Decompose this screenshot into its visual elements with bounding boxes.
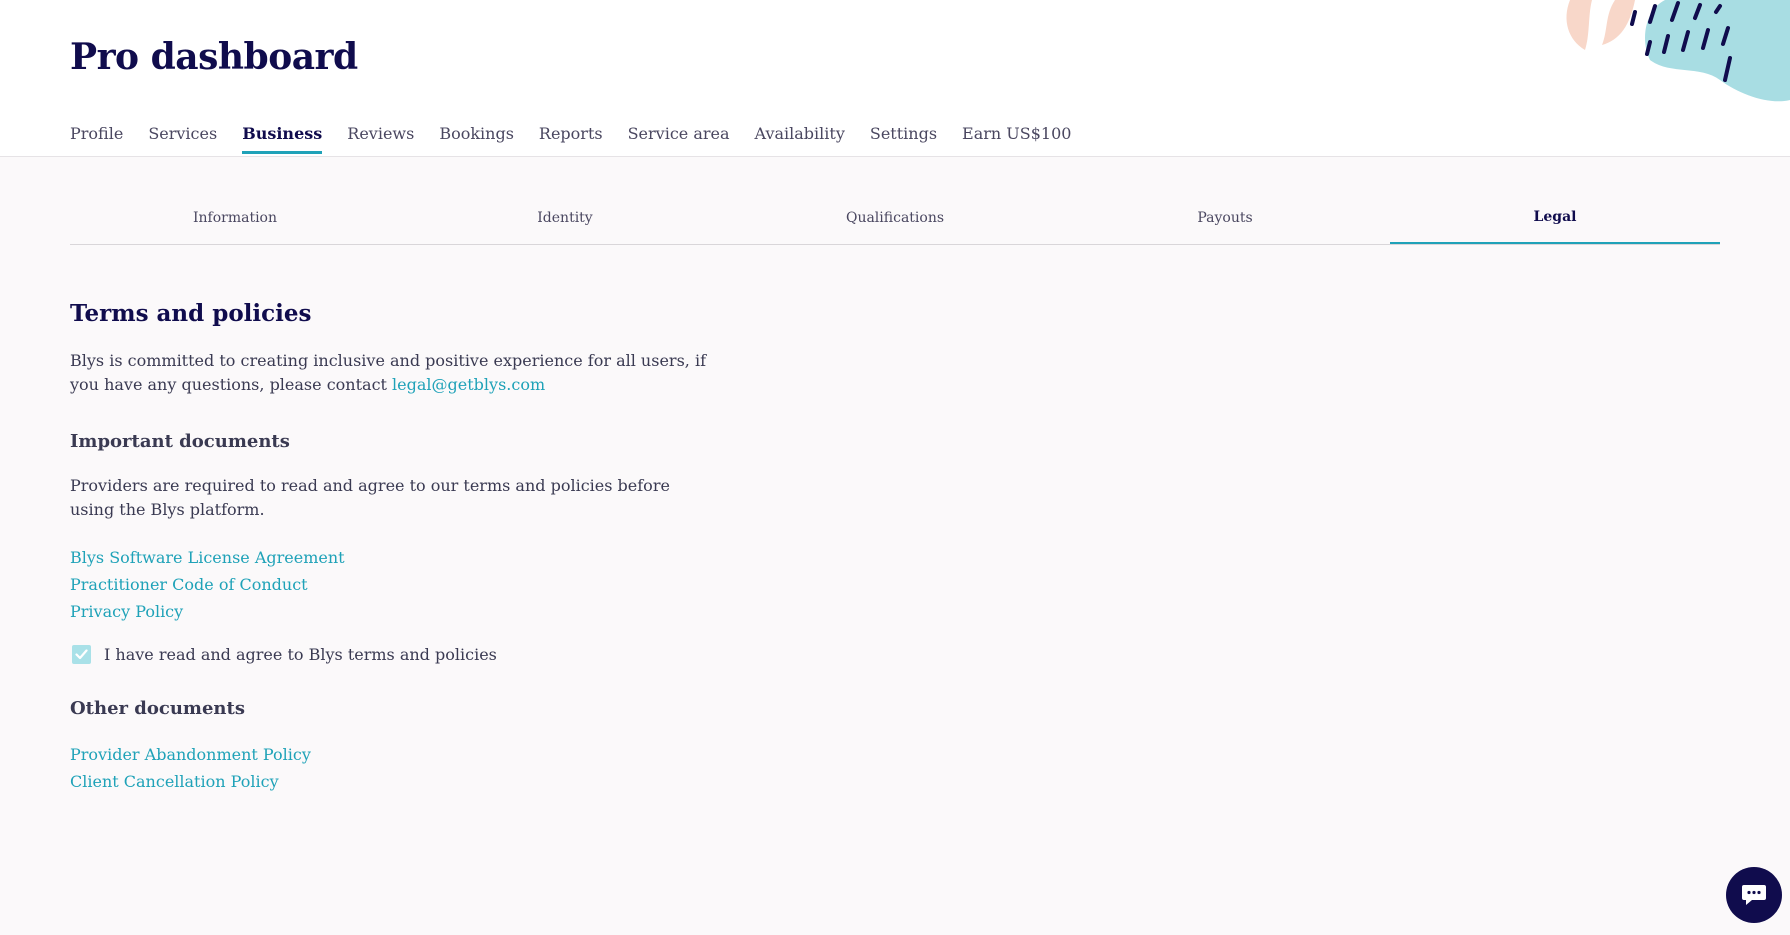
- tab-settings[interactable]: Settings: [870, 124, 937, 154]
- intro-text: Blys is committed to creating inclusive …: [70, 349, 710, 397]
- tab-availability[interactable]: Availability: [755, 124, 845, 154]
- tab-bookings[interactable]: Bookings: [439, 124, 514, 154]
- agree-checkbox[interactable]: [72, 645, 91, 664]
- tab-reports[interactable]: Reports: [539, 124, 603, 154]
- section-title: Terms and policies: [70, 300, 312, 327]
- intro-text-body: Blys is committed to creating inclusive …: [70, 351, 706, 394]
- sub-tab-legal[interactable]: Legal: [1390, 194, 1720, 244]
- sub-tab-payouts[interactable]: Payouts: [1060, 194, 1390, 244]
- legal-content: Terms and policies Blys is committed to …: [70, 300, 710, 795]
- tab-service-area[interactable]: Service area: [628, 124, 730, 154]
- important-documents-list: Blys Software License Agreement Practiti…: [70, 544, 710, 625]
- software-license-link[interactable]: Blys Software License Agreement: [70, 544, 710, 571]
- chat-button[interactable]: [1726, 867, 1782, 923]
- page-title: Pro dashboard: [70, 36, 358, 78]
- tab-profile[interactable]: Profile: [70, 124, 123, 154]
- agree-row: I have read and agree to Blys terms and …: [70, 645, 710, 664]
- check-icon: [75, 649, 88, 660]
- sub-tab-qualifications[interactable]: Qualifications: [730, 194, 1060, 244]
- tab-business[interactable]: Business: [242, 124, 323, 154]
- chat-bubble-icon: [1742, 885, 1766, 905]
- decorative-pattern-icon: [1566, 0, 1790, 102]
- agree-label: I have read and agree to Blys terms and …: [104, 645, 497, 664]
- other-documents-heading: Other documents: [70, 698, 245, 719]
- business-sub-tabs: Information Identity Qualifications Payo…: [70, 194, 1720, 245]
- code-of-conduct-link[interactable]: Practitioner Code of Conduct: [70, 571, 710, 598]
- abandonment-policy-link[interactable]: Provider Abandonment Policy: [70, 741, 710, 768]
- main-nav: Profile Services Business Reviews Bookin…: [70, 124, 1096, 154]
- tab-earn[interactable]: Earn US$100: [962, 124, 1071, 154]
- contact-email-link[interactable]: legal@getblys.com: [392, 375, 545, 394]
- tab-reviews[interactable]: Reviews: [347, 124, 414, 154]
- other-documents-list: Provider Abandonment Policy Client Cance…: [70, 741, 710, 795]
- sub-tab-information[interactable]: Information: [70, 194, 400, 244]
- header: Pro dashboard Profile Services Business …: [0, 0, 1790, 157]
- tab-services[interactable]: Services: [148, 124, 217, 154]
- important-documents-text: Providers are required to read and agree…: [70, 476, 670, 519]
- privacy-policy-link[interactable]: Privacy Policy: [70, 598, 710, 625]
- cancellation-policy-link[interactable]: Client Cancellation Policy: [70, 768, 710, 795]
- sub-tab-identity[interactable]: Identity: [400, 194, 730, 244]
- important-documents-heading: Important documents: [70, 431, 290, 452]
